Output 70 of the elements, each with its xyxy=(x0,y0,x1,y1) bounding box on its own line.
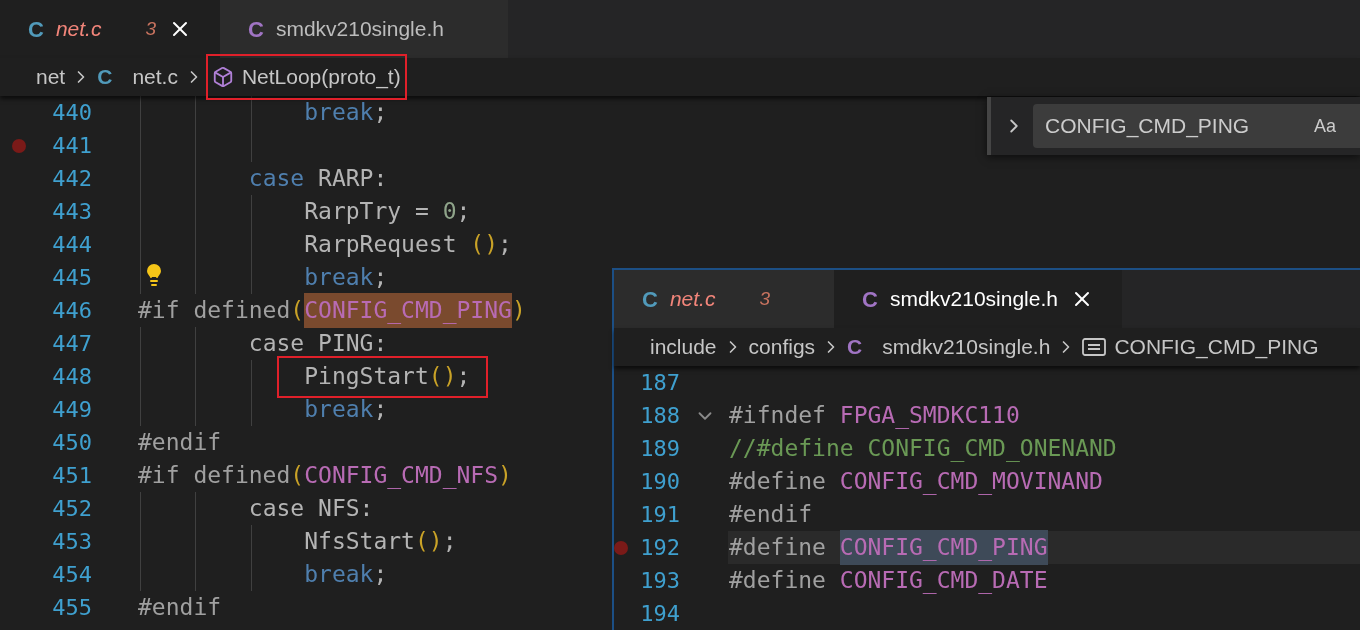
line-number: 190 xyxy=(639,468,680,496)
code-line: break; xyxy=(304,395,388,425)
editor-tab[interactable]: C smdkv210single.h xyxy=(834,270,1122,328)
line-number: 443 xyxy=(51,198,92,226)
line-number: 191 xyxy=(639,501,680,529)
line-number: 453 xyxy=(51,528,92,556)
line-number: 450 xyxy=(51,429,92,457)
breadcrumb-label: configs xyxy=(748,334,816,361)
line-number: 193 xyxy=(639,567,680,595)
line-number: 442 xyxy=(51,165,92,193)
tab-label: net.c xyxy=(55,16,102,43)
editor-tab[interactable]: C smdkv210single.h xyxy=(220,0,508,58)
code-line: case RARP: xyxy=(248,164,388,194)
breadcrumb-label: smdkv210single.h xyxy=(882,334,1051,361)
c-file-icon: C xyxy=(847,331,863,363)
tab-label: smdkv210single.h xyxy=(275,16,444,43)
code-line: NfsStart(); xyxy=(304,527,457,557)
line-number: 440 xyxy=(51,99,92,127)
line-number: 445 xyxy=(51,264,92,292)
code-line: break; xyxy=(304,263,388,293)
line-number: 187 xyxy=(639,369,680,397)
tab-label: net.c xyxy=(669,286,716,313)
code-line: //#define CONFIG_CMD_ONENAND xyxy=(729,434,1117,464)
line-number: 452 xyxy=(51,495,92,523)
breadcrumb-label: net.c xyxy=(132,64,178,91)
code-line: #endif xyxy=(138,428,222,458)
constant-icon xyxy=(1082,337,1107,357)
c-file-icon: C xyxy=(28,12,44,46)
editor-tab[interactable]: C net.c 3 xyxy=(614,270,834,328)
problem-count: 3 xyxy=(145,16,156,41)
code-line: RarpRequest (); xyxy=(304,230,512,260)
code-line: #ifndef FPGA_SMDKC110 xyxy=(729,401,1020,431)
c-file-icon: C xyxy=(642,282,658,316)
breadcrumb-label: NetLoop(proto_t) xyxy=(241,64,401,91)
c-file-icon: C xyxy=(97,61,113,93)
code-line: #define CONFIG_CMD_MOVINAND xyxy=(729,467,1103,497)
line-number: 454 xyxy=(51,561,92,589)
find-input[interactable]: CONFIG_CMD_PING Aa xyxy=(1033,104,1360,148)
breadcrumb-item[interactable]: NetLoop(proto_t) xyxy=(205,54,407,100)
breadcrumb-label: net xyxy=(36,64,66,91)
line-number: 447 xyxy=(51,330,92,358)
match-case-toggle[interactable]: Aa xyxy=(1313,112,1336,140)
line-number: 446 xyxy=(51,297,92,325)
breadcrumb-label: CONFIG_CMD_PING xyxy=(1114,334,1319,361)
editor-tab[interactable]: C net.c 3 xyxy=(0,0,220,58)
code-line: #endif xyxy=(729,500,813,530)
cube-icon xyxy=(211,66,234,88)
code-line: #define CONFIG_CMD_DATE xyxy=(729,566,1048,596)
tab-label: smdkv210single.h xyxy=(889,286,1058,313)
code-line: break; xyxy=(304,98,388,128)
line-number: 192 xyxy=(639,534,680,562)
line-number: 189 xyxy=(639,435,680,463)
line-number: 455 xyxy=(51,594,92,622)
code-line: #if defined(CONFIG_CMD_NFS) xyxy=(138,461,512,491)
code-line: break; xyxy=(304,560,388,590)
line-number: 441 xyxy=(51,132,92,160)
c-file-icon: C xyxy=(862,282,878,316)
line-number: 188 xyxy=(639,402,680,430)
code-line: RarpTry = 0; xyxy=(304,197,471,227)
c-file-icon: C xyxy=(248,12,264,46)
code-line: #define CONFIG_CMD_PING xyxy=(729,530,1048,565)
code-line: #endif xyxy=(138,593,222,623)
problem-count: 3 xyxy=(759,286,770,311)
line-number: 449 xyxy=(51,396,92,424)
code-line: case NFS: xyxy=(248,494,374,524)
line-number: 444 xyxy=(51,231,92,259)
line-number: 451 xyxy=(51,462,92,490)
line-number: 448 xyxy=(51,363,92,391)
line-number: 194 xyxy=(639,600,680,628)
breadcrumb-label: include xyxy=(650,334,717,361)
